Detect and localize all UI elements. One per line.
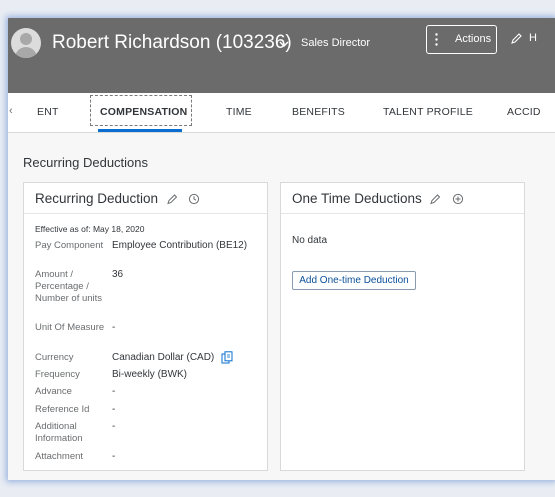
header-edit-label: H (529, 32, 537, 44)
one-time-deductions-card: One Time Deductions No data Add One-time… (280, 182, 525, 471)
field-label-reference-id: Reference Id (35, 404, 90, 415)
add-one-time-deduction-button[interactable]: Add One-time Deduction (292, 271, 416, 290)
pencil-icon[interactable] (166, 193, 178, 205)
pencil-icon (511, 33, 522, 44)
field-value-reference-id: - (112, 404, 116, 415)
chevron-down-icon[interactable] (278, 38, 290, 50)
employee-title: Sales Director (301, 37, 371, 49)
tab-accident[interactable]: ACCID (507, 106, 541, 118)
field-label-frequency: Frequency (35, 369, 80, 380)
header-edit-button[interactable]: H (508, 28, 555, 48)
tab-employment[interactable]: ENT (37, 106, 59, 118)
recurring-deduction-card: Recurring Deduction Effective as of: May… (23, 182, 268, 471)
empty-state-text: No data (292, 235, 328, 246)
employee-header: Robert Richardson (103236) Sales Directo… (8, 18, 555, 93)
circle-plus-icon[interactable] (452, 193, 464, 205)
tab-time[interactable]: TIME (226, 106, 252, 118)
field-label-unit-of-measure: Unit Of Measure (35, 322, 105, 333)
field-value-unit-of-measure: - (112, 322, 116, 333)
field-label-additional-information: Additional Information (35, 421, 83, 444)
actions-button[interactable]: Actions (426, 25, 497, 54)
vertical-dots-icon (435, 33, 438, 46)
field-value-additional-information: - (112, 421, 116, 432)
field-label-amount: Amount / Percentage / Number of units (35, 269, 103, 304)
actions-label: Actions (455, 33, 492, 45)
field-value-pay-component: Employee Contribution (BE12) (112, 240, 248, 251)
card-header: Recurring Deduction (24, 183, 267, 214)
effective-date: Effective as of: May 18, 2020 (35, 224, 145, 234)
employee-name[interactable]: Robert Richardson (103236) (52, 32, 292, 54)
pencil-icon[interactable] (429, 193, 441, 205)
field-value-currency: Canadian Dollar (CAD) (112, 352, 215, 363)
card-title: One Time Deductions (292, 191, 422, 206)
card-title: Recurring Deduction (35, 191, 159, 206)
tab-benefits[interactable]: BENEFITS (292, 106, 345, 118)
clock-history-icon[interactable] (188, 193, 200, 205)
field-label-pay-component: Pay Component (35, 240, 104, 251)
field-label-currency: Currency (35, 352, 74, 363)
card-header: One Time Deductions (281, 183, 524, 214)
app-frame: Robert Richardson (103236) Sales Directo… (8, 18, 555, 480)
section-title: Recurring Deductions (23, 155, 149, 170)
field-value-advance: - (112, 386, 116, 397)
field-label-attachment: Attachment (35, 451, 84, 462)
tab-scroll-left-icon[interactable]: ‹ (9, 105, 13, 117)
tab-bar: ‹ ENT COMPENSATION TIME BENEFITS TALENT … (8, 93, 555, 133)
field-value-amount: 36 (112, 269, 124, 280)
field-label-advance: Advance (35, 386, 72, 397)
copy-info-icon[interactable] (221, 351, 233, 364)
avatar[interactable] (11, 28, 41, 58)
field-value-attachment: - (112, 451, 116, 462)
tab-compensation[interactable]: COMPENSATION (100, 106, 187, 118)
tab-selected-indicator (98, 129, 182, 132)
tab-talent-profile[interactable]: TALENT PROFILE (383, 106, 473, 118)
field-value-frequency: Bi-weekly (BWK) (112, 369, 188, 380)
